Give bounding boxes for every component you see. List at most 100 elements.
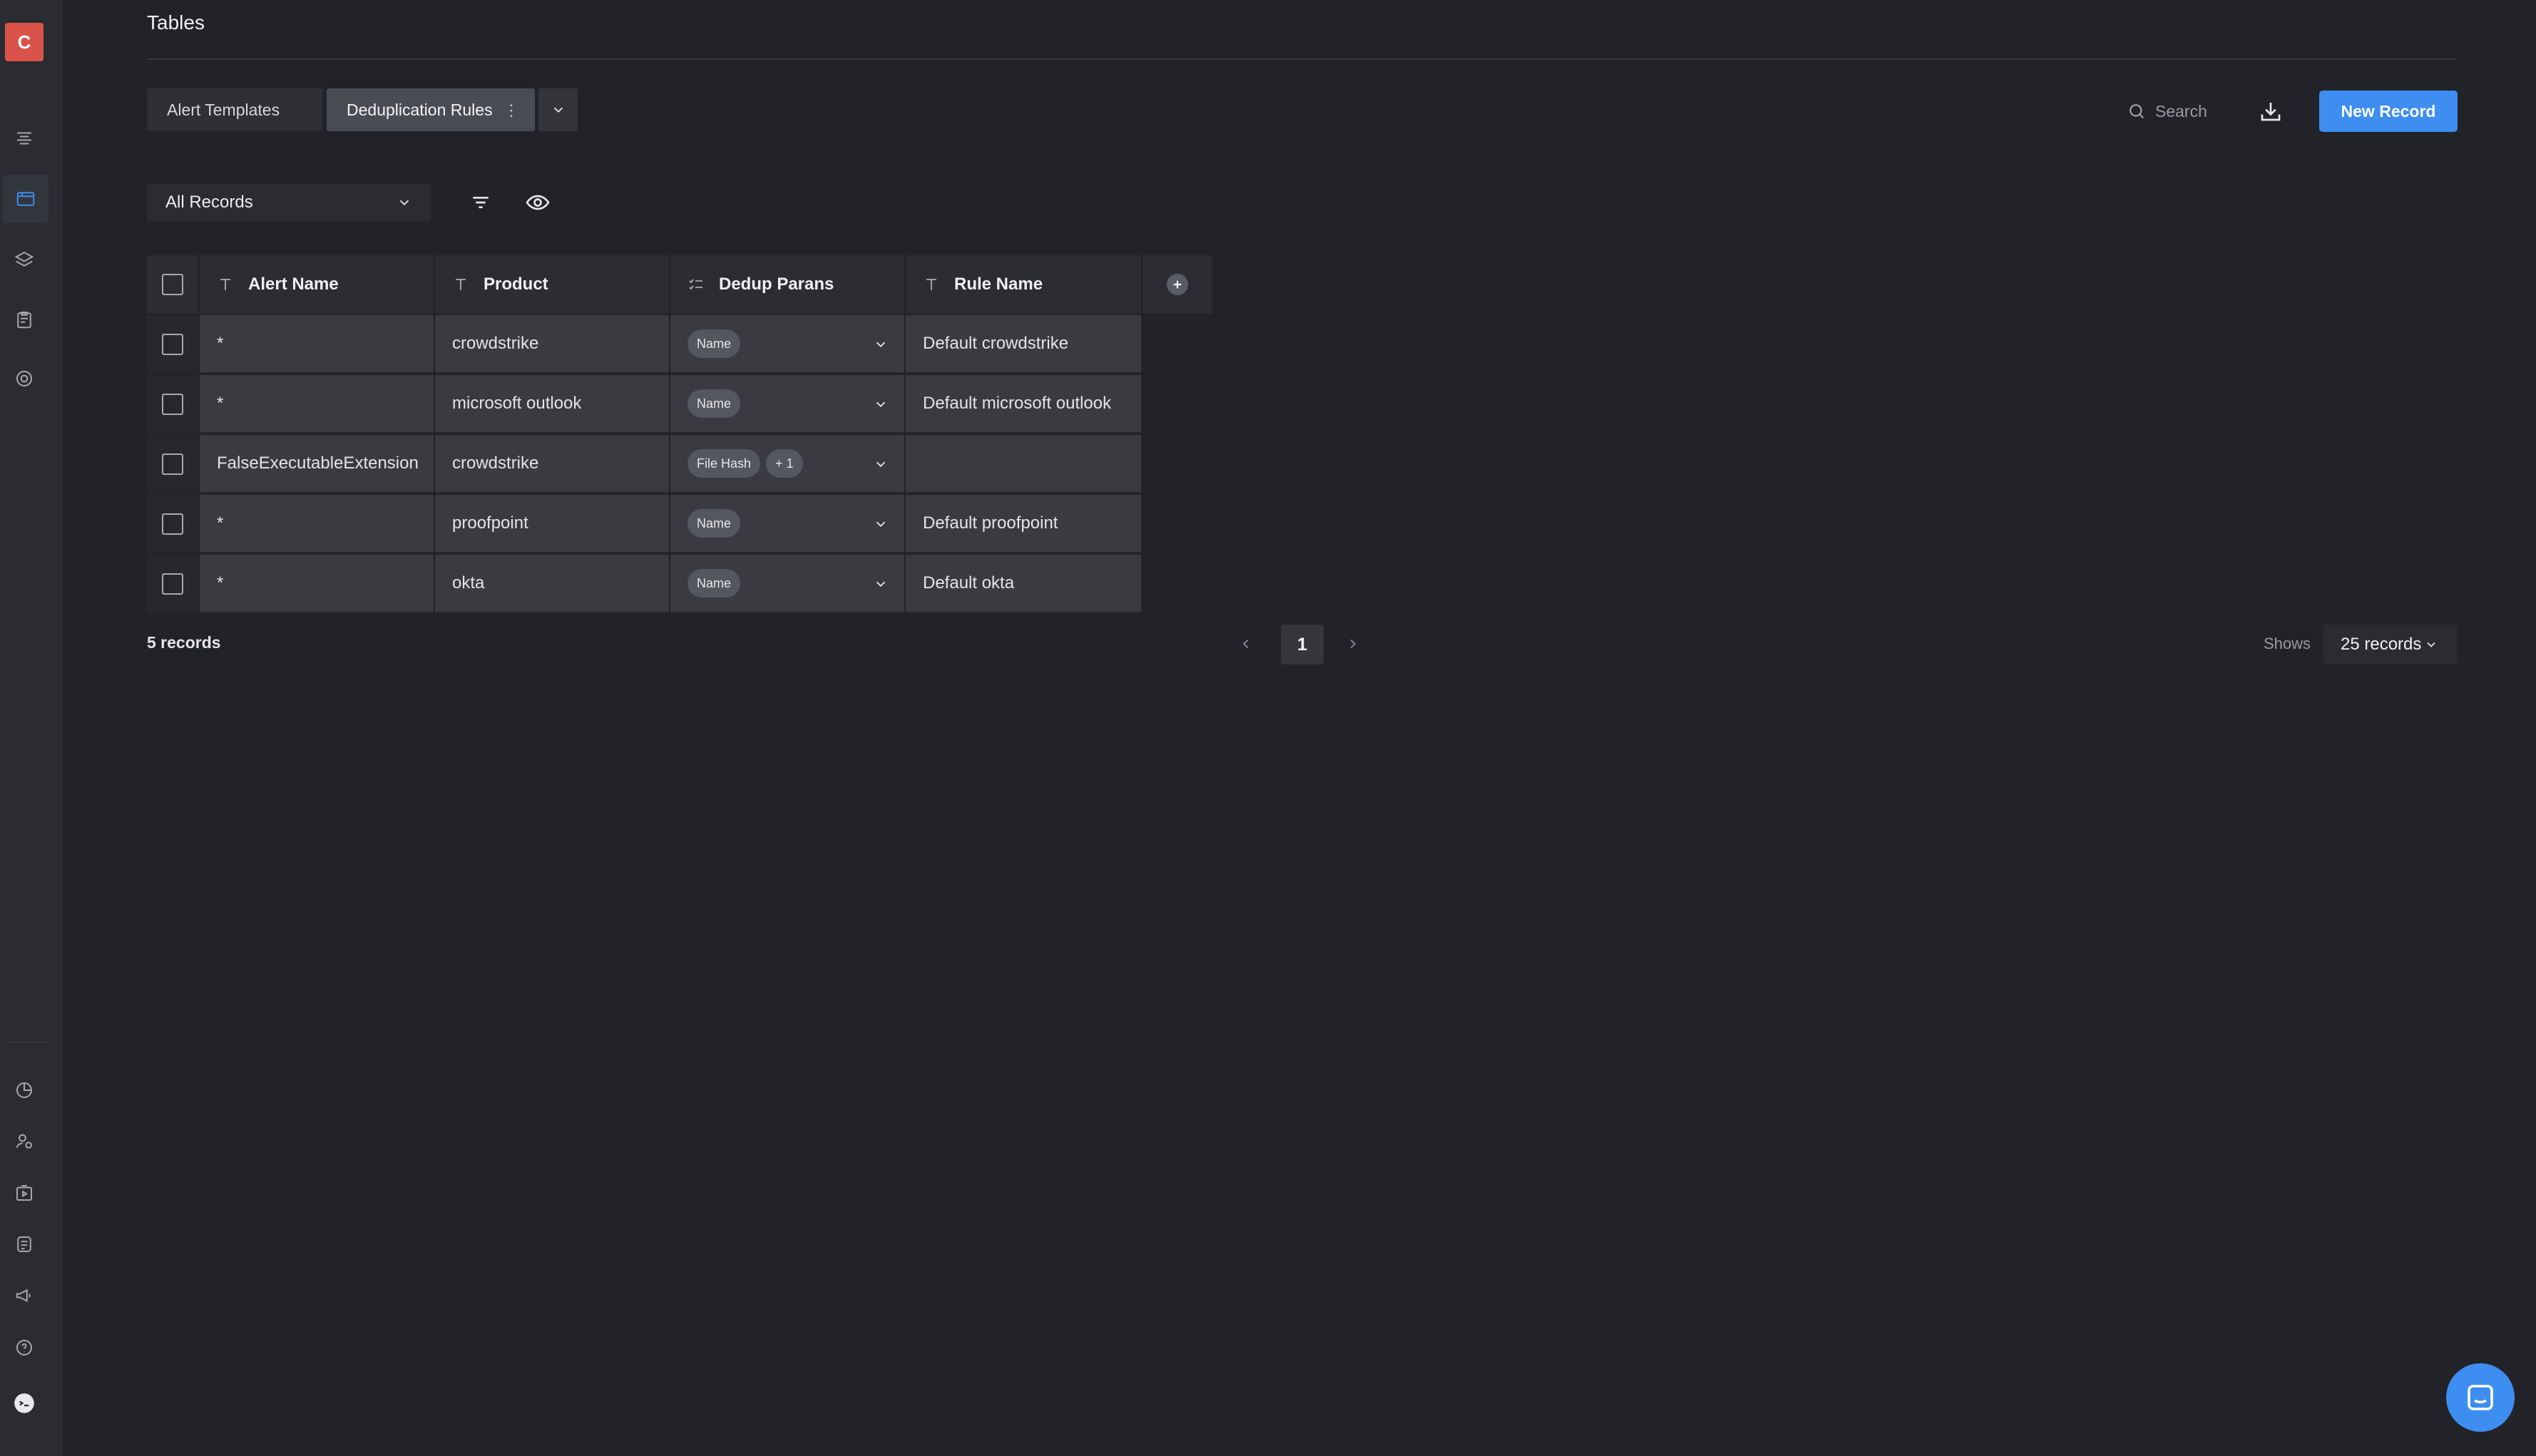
chevron-down-icon[interactable] bbox=[873, 456, 889, 472]
tab-deduplication-rules[interactable]: Deduplication Rules ⋮ bbox=[327, 88, 535, 131]
cell-alert-name[interactable]: * bbox=[200, 495, 434, 553]
cell-product[interactable]: crowdstrike bbox=[435, 315, 669, 374]
view-select-value: All Records bbox=[165, 193, 253, 212]
tabs-overflow-button[interactable] bbox=[538, 88, 578, 131]
sidebar-item-help[interactable] bbox=[0, 1323, 48, 1372]
chat-icon bbox=[2468, 1385, 2493, 1410]
chevron-down-icon[interactable] bbox=[873, 576, 889, 592]
tab-alert-templates[interactable]: Alert Templates bbox=[147, 88, 322, 131]
megaphone-icon bbox=[16, 1288, 31, 1303]
list-lines-icon bbox=[17, 132, 31, 145]
cell-rule-name[interactable]: Default crowdstrike bbox=[906, 315, 1141, 374]
download-button[interactable] bbox=[2256, 97, 2285, 125]
column-header-alert-name[interactable]: Alert Name bbox=[200, 255, 434, 314]
pie-chart-icon bbox=[16, 1082, 32, 1098]
chevron-down-icon bbox=[399, 200, 409, 206]
column-header-product[interactable]: Product bbox=[435, 255, 669, 314]
view-select[interactable]: All Records bbox=[147, 184, 431, 221]
chevron-left-icon[interactable] bbox=[1238, 635, 1254, 653]
cell-product[interactable]: okta bbox=[435, 555, 669, 613]
sidebar-item-analytics[interactable] bbox=[0, 1066, 48, 1114]
header-divider bbox=[147, 58, 2458, 60]
per-page-select[interactable]: 25 records bbox=[2323, 625, 2458, 665]
terminal-icon bbox=[14, 1393, 34, 1413]
cell-product[interactable]: proofpoint bbox=[435, 495, 669, 553]
cell-product[interactable]: crowdstrike bbox=[435, 435, 669, 493]
text-type-icon bbox=[456, 279, 466, 290]
sidebar-item-tables[interactable] bbox=[3, 175, 48, 223]
dedup-chip: Name bbox=[687, 509, 741, 538]
search-box[interactable]: Search bbox=[2127, 98, 2207, 124]
chevron-down-icon[interactable] bbox=[873, 396, 889, 412]
select-all-cell bbox=[147, 255, 198, 314]
column-header-label: Alert Name bbox=[248, 275, 339, 294]
column-header-rule-name[interactable]: Rule Name bbox=[906, 255, 1141, 314]
cell-dedup-parans[interactable]: Name bbox=[670, 315, 904, 374]
tab-more-icon[interactable]: ⋮ bbox=[503, 101, 519, 120]
help-icon bbox=[16, 1340, 32, 1355]
column-header-dedup-parans[interactable]: Dedup Parans bbox=[670, 255, 904, 314]
tab-label: Alert Templates bbox=[167, 100, 280, 119]
row-checkbox[interactable] bbox=[162, 394, 183, 415]
select-all-checkbox[interactable] bbox=[162, 274, 183, 295]
user-settings-icon bbox=[16, 1134, 32, 1149]
chevron-right-icon[interactable] bbox=[1345, 635, 1361, 653]
cell-rule-name[interactable]: Default okta bbox=[906, 555, 1141, 613]
row-select-cell bbox=[147, 495, 198, 553]
cell-alert-name[interactable]: * bbox=[200, 375, 434, 434]
plus-icon bbox=[1167, 274, 1188, 295]
cell-dedup-parans[interactable]: File Hash + 1 bbox=[670, 435, 904, 493]
eye-icon[interactable] bbox=[525, 190, 551, 215]
search-placeholder: Search bbox=[2155, 101, 2207, 121]
document-icon bbox=[17, 1236, 31, 1252]
cell-alert-name[interactable]: * bbox=[200, 555, 434, 613]
chevron-down-icon bbox=[553, 107, 563, 113]
sidebar-item-announcements[interactable] bbox=[0, 1271, 48, 1320]
column-header-label: Product bbox=[484, 275, 548, 294]
chevron-down-icon[interactable] bbox=[873, 337, 889, 352]
cell-dedup-parans[interactable]: Name bbox=[670, 375, 904, 434]
table-window-icon bbox=[16, 192, 35, 206]
column-header-label: Rule Name bbox=[954, 275, 1043, 294]
tab-label: Deduplication Rules bbox=[347, 100, 493, 119]
layers-icon bbox=[14, 251, 34, 267]
cell-dedup-parans[interactable]: Name bbox=[670, 495, 904, 553]
sidebar-item-cases[interactable] bbox=[0, 114, 48, 163]
cell-dedup-parans[interactable]: Name bbox=[670, 555, 904, 613]
play-box-icon bbox=[16, 1185, 32, 1201]
workspace-avatar[interactable]: C bbox=[5, 23, 44, 61]
sidebar: C bbox=[0, 0, 62, 1456]
cell-rule-name[interactable] bbox=[906, 435, 1141, 493]
sidebar-item-users[interactable] bbox=[0, 1117, 48, 1166]
add-column-button[interactable] bbox=[1142, 255, 1212, 314]
dedup-chip: Name bbox=[687, 569, 741, 598]
sidebar-item-docs[interactable] bbox=[0, 1220, 48, 1268]
sidebar-item-layers[interactable] bbox=[0, 235, 48, 284]
shows-label: Shows bbox=[2264, 635, 2311, 652]
row-checkbox[interactable] bbox=[162, 573, 183, 595]
dedup-chip: File Hash bbox=[687, 449, 761, 478]
cell-product[interactable]: microsoft outlook bbox=[435, 375, 669, 434]
search-icon bbox=[2129, 104, 2144, 119]
row-checkbox[interactable] bbox=[162, 334, 183, 355]
page-button-current[interactable]: 1 bbox=[1281, 625, 1324, 665]
row-checkbox[interactable] bbox=[162, 453, 183, 475]
cell-alert-name[interactable]: * bbox=[200, 315, 434, 374]
text-type-icon bbox=[220, 279, 230, 290]
chevron-down-icon[interactable] bbox=[873, 516, 889, 532]
sidebar-item-terminal[interactable] bbox=[0, 1379, 48, 1427]
sidebar-item-reports[interactable] bbox=[0, 295, 48, 344]
sidebar-item-playbooks[interactable] bbox=[0, 1169, 48, 1217]
cell-rule-name[interactable]: Default microsoft outlook bbox=[906, 375, 1141, 434]
dedup-more-chip[interactable]: + 1 bbox=[766, 449, 803, 478]
record-count: 5 records bbox=[147, 633, 221, 652]
filter-icon[interactable] bbox=[469, 191, 492, 214]
new-record-button[interactable]: New Record bbox=[2319, 91, 2458, 132]
row-checkbox[interactable] bbox=[162, 513, 183, 535]
dedup-chip: Name bbox=[687, 389, 741, 418]
cell-alert-name[interactable]: FalseExecutableExtension bbox=[200, 435, 434, 493]
chat-button[interactable] bbox=[2446, 1363, 2515, 1432]
sidebar-item-targets[interactable] bbox=[0, 354, 48, 403]
clipboard-icon bbox=[17, 312, 31, 329]
cell-rule-name[interactable]: Default proofpoint bbox=[906, 495, 1141, 553]
